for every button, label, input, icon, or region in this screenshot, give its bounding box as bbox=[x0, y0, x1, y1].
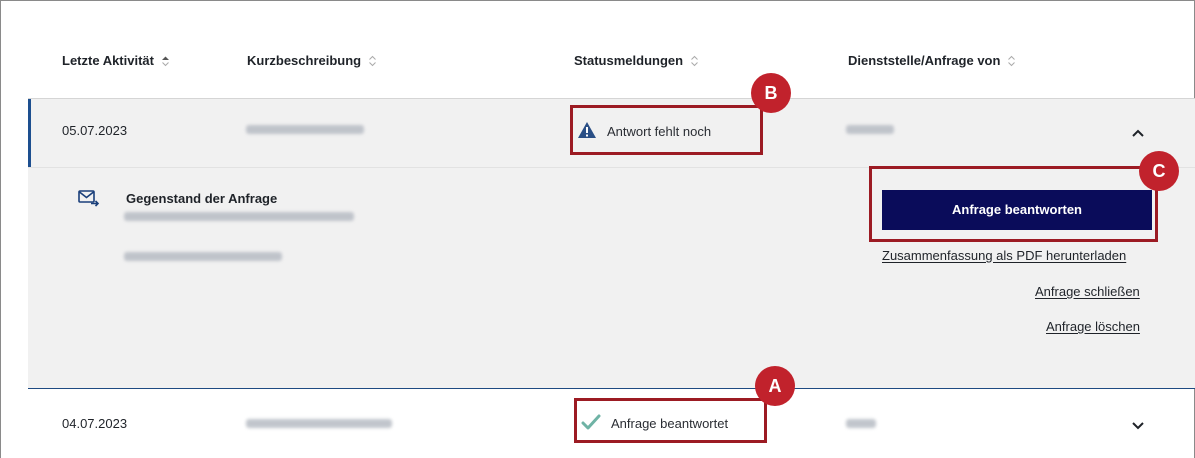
annotation-badge-b: B bbox=[751, 73, 791, 113]
row-date: 05.07.2023 bbox=[62, 123, 128, 138]
chevron-down-icon[interactable] bbox=[1131, 418, 1145, 430]
sort-ascending-icon bbox=[161, 55, 170, 67]
column-header-label: Letzte Aktivität bbox=[62, 53, 154, 68]
row-date: 04.07.2023 bbox=[62, 416, 128, 431]
delete-request-link[interactable]: Anfrage löschen bbox=[1046, 319, 1140, 334]
redacted-department bbox=[846, 125, 894, 134]
annotation-box-a bbox=[574, 398, 767, 443]
column-header-department[interactable]: Dienststelle/Anfrage von bbox=[848, 53, 1016, 68]
redacted-short-description bbox=[246, 419, 392, 428]
column-header-label: Dienststelle/Anfrage von bbox=[848, 53, 1001, 68]
redacted-subject bbox=[124, 212, 354, 221]
divider bbox=[28, 388, 1195, 389]
sort-icon bbox=[690, 55, 699, 67]
sort-icon bbox=[1007, 55, 1016, 67]
annotation-badge-c: C bbox=[1139, 151, 1179, 191]
detail-title: Gegenstand der Anfrage bbox=[126, 191, 278, 206]
mail-forward-icon bbox=[78, 189, 100, 212]
redacted-short-description bbox=[246, 125, 364, 134]
chevron-up-icon[interactable] bbox=[1131, 125, 1145, 137]
sort-icon bbox=[368, 55, 377, 67]
annotation-badge-a: A bbox=[755, 366, 795, 406]
redacted-department bbox=[846, 419, 876, 428]
redacted-details bbox=[124, 252, 282, 261]
request-table-panel: Letzte Aktivität Kurzbeschreibung Status… bbox=[0, 0, 1195, 458]
annotation-box-c bbox=[869, 166, 1158, 242]
column-header-label: Kurzbeschreibung bbox=[247, 53, 362, 68]
column-header-label: Statusmeldungen bbox=[574, 53, 684, 68]
row-active-indicator bbox=[28, 99, 31, 167]
download-pdf-link[interactable]: Zusammenfassung als PDF herunterladen bbox=[882, 248, 1126, 263]
column-header-status[interactable]: Statusmeldungen bbox=[574, 53, 699, 68]
annotation-box-b bbox=[570, 105, 763, 155]
column-header-last-activity[interactable]: Letzte Aktivität bbox=[62, 53, 170, 68]
close-request-link[interactable]: Anfrage schließen bbox=[1035, 284, 1140, 299]
column-header-short-description[interactable]: Kurzbeschreibung bbox=[247, 53, 377, 68]
